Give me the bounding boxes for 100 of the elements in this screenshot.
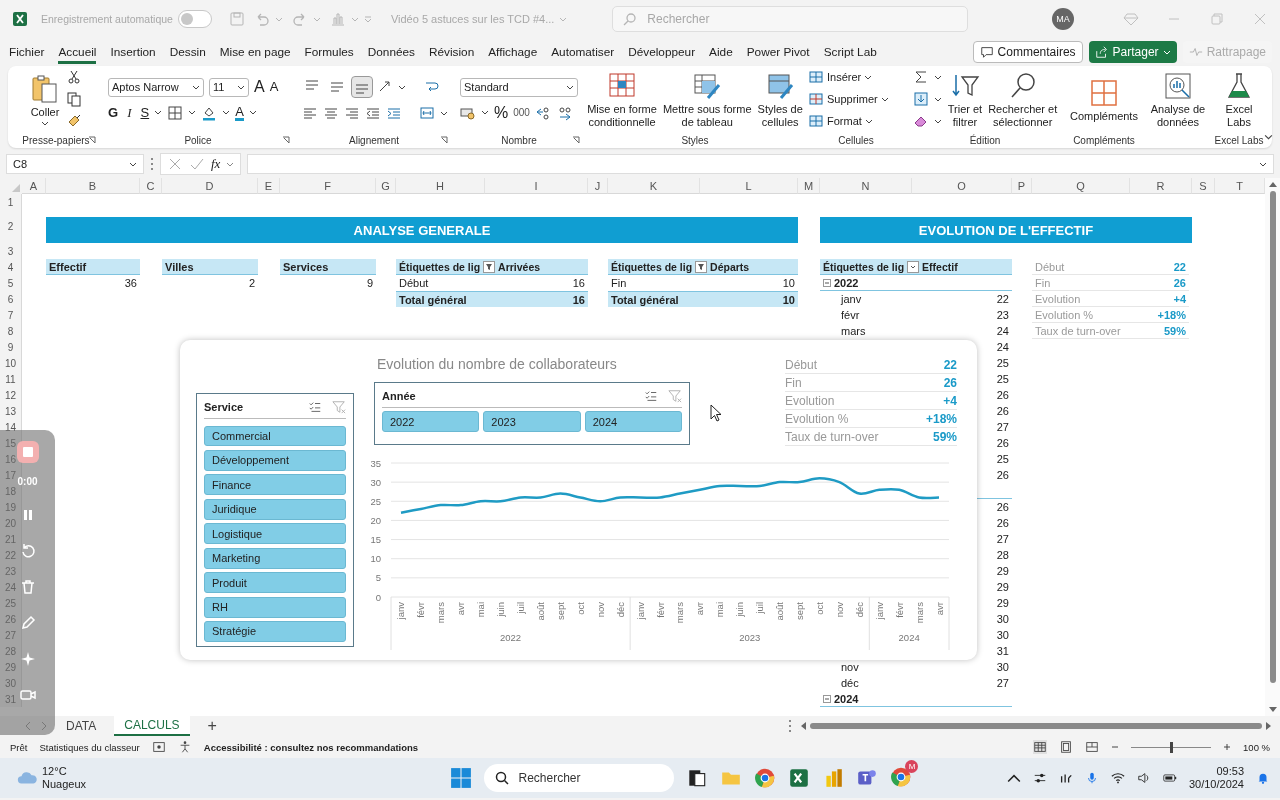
caret-icon[interactable] <box>933 118 942 124</box>
fill-down-icon[interactable] <box>912 91 929 107</box>
shrink-font-button[interactable]: A <box>269 79 279 95</box>
cells-button[interactable]: Format <box>808 113 873 129</box>
row-header[interactable]: 5 <box>0 275 22 291</box>
menu-tab[interactable]: Développeur <box>628 40 696 64</box>
font-color-button[interactable]: A <box>235 104 244 121</box>
multi-select-icon[interactable] <box>308 400 322 414</box>
search-field[interactable]: Rechercher <box>612 6 969 32</box>
row-header[interactable]: 11 <box>0 371 22 387</box>
menu-tab[interactable]: Power Pivot <box>746 40 810 64</box>
scrollbar-thumb[interactable] <box>1269 191 1276 683</box>
borders-icon[interactable] <box>167 104 184 121</box>
slicer-item[interactable]: 2023 <box>483 411 581 432</box>
column-header[interactable]: L <box>700 178 798 194</box>
row-header[interactable]: 10 <box>0 355 22 371</box>
speaker-icon[interactable] <box>1136 771 1151 785</box>
column-header[interactable]: K <box>608 178 700 194</box>
menu-tab[interactable]: Affichage <box>488 40 538 64</box>
start-icon[interactable] <box>450 767 473 789</box>
column-header[interactable]: D <box>162 178 258 194</box>
zoom-slider-thumb[interactable] <box>1169 741 1173 753</box>
excel-labs-button[interactable]: Excel Labs <box>1224 69 1254 129</box>
styles-button[interactable]: Mise en forme conditionnelle <box>587 69 657 129</box>
italic-button[interactable]: I <box>127 104 132 121</box>
row-header[interactable]: 6 <box>0 291 22 307</box>
dropdown-button-icon[interactable] <box>907 260 920 273</box>
menu-tab[interactable]: Révision <box>429 40 475 64</box>
font-name-field[interactable]: Aptos Narrow <box>108 77 204 97</box>
row-header[interactable]: 9 <box>0 339 22 355</box>
expand-icon[interactable] <box>88 136 96 144</box>
taskbar-search-field[interactable]: Rechercher <box>484 764 675 792</box>
scroll-up-icon[interactable] <box>1268 181 1277 187</box>
pencil-icon[interactable] <box>19 615 36 631</box>
cells-button[interactable]: Supprimer <box>808 91 889 107</box>
scroll-down-icon[interactable] <box>1268 707 1277 713</box>
number-format-field[interactable]: Standard <box>460 77 578 97</box>
add-ins-button[interactable]: Compléments <box>1070 75 1138 123</box>
comments-button[interactable]: Commentaires <box>972 41 1083 63</box>
cells-button[interactable]: Insérer <box>808 69 873 85</box>
slicer-item[interactable]: Juridique <box>204 498 346 520</box>
sheet-tab[interactable]: CALCULS <box>114 716 190 736</box>
zoom-out-icon[interactable] <box>1111 743 1120 751</box>
clear-filter-icon[interactable] <box>332 400 346 414</box>
row-header[interactable]: 8 <box>0 323 22 339</box>
collapse-ribbon-icon[interactable] <box>1264 134 1273 140</box>
dashboard-panel[interactable] <box>180 340 977 660</box>
caret-icon[interactable] <box>154 110 163 115</box>
expand-icon[interactable] <box>440 136 448 144</box>
sliders-icon[interactable] <box>1032 771 1047 785</box>
slicer-item[interactable]: Commercial <box>204 425 346 447</box>
column-header[interactable]: F <box>280 178 376 194</box>
zoom-level[interactable]: 100 % <box>1243 741 1270 753</box>
format-painter-icon[interactable] <box>66 113 82 129</box>
formula-field[interactable] <box>247 154 1274 174</box>
bold-button[interactable]: G <box>108 104 119 121</box>
caret-icon[interactable] <box>440 110 448 116</box>
align-bottom-icon[interactable] <box>352 77 372 97</box>
row-header[interactable]: 2 <box>0 210 22 243</box>
column-header[interactable]: G <box>376 178 396 194</box>
menu-tab[interactable]: Mise en page <box>219 40 291 64</box>
column-header[interactable]: M <box>798 178 820 194</box>
zoom-in-icon[interactable] <box>1223 743 1232 751</box>
column-header[interactable]: P <box>1012 178 1032 194</box>
browser-icon[interactable] <box>754 767 777 789</box>
expand-icon[interactable] <box>572 136 580 144</box>
cancel-icon[interactable] <box>167 156 183 172</box>
sheet-tab[interactable]: DATA <box>56 716 107 736</box>
scissors-icon[interactable] <box>66 69 82 85</box>
align-center-icon[interactable] <box>323 105 339 121</box>
caret-icon[interactable] <box>188 110 197 115</box>
thousands-button[interactable]: 000 <box>513 104 530 121</box>
caret-icon[interactable] <box>933 96 942 102</box>
spreadsheet-app-icon[interactable] <box>788 767 811 789</box>
caret-icon[interactable] <box>248 110 257 115</box>
copy-icon[interactable] <box>66 91 82 107</box>
editing-button[interactable]: Rechercher et sélectionner <box>988 69 1058 129</box>
restart-icon[interactable] <box>19 543 36 559</box>
menu-tab[interactable]: Fichier <box>9 40 45 64</box>
scroll-right-icon[interactable] <box>1266 722 1272 730</box>
indent-icon[interactable] <box>386 105 402 121</box>
collapse-icon[interactable] <box>823 694 831 703</box>
column-header[interactable]: S <box>1192 178 1215 194</box>
expand-icon[interactable] <box>282 136 290 144</box>
slicer-item[interactable]: Produit <box>204 572 346 594</box>
column-header[interactable]: A <box>22 178 46 194</box>
row-header[interactable]: 13 <box>0 403 22 419</box>
styles-button[interactable]: Mettre sous forme de tableau <box>662 69 752 129</box>
row-header[interactable]: 7 <box>0 307 22 323</box>
merge-icon[interactable] <box>419 105 435 121</box>
filter-button-icon[interactable] <box>483 260 496 273</box>
paste-button[interactable]: Coller <box>30 72 60 126</box>
menu-tab[interactable]: Dessin <box>169 40 206 64</box>
insert-function-button[interactable]: fx <box>211 156 221 172</box>
column-header[interactable]: H <box>396 178 485 194</box>
scrollbar-thumb[interactable] <box>810 723 1262 729</box>
scroll-left-icon[interactable] <box>800 722 806 730</box>
page-break-icon[interactable] <box>1085 740 1100 754</box>
row-header[interactable]: 3 <box>0 243 22 259</box>
workbook-statistics-link[interactable]: Statistiques du classeur <box>39 741 140 753</box>
